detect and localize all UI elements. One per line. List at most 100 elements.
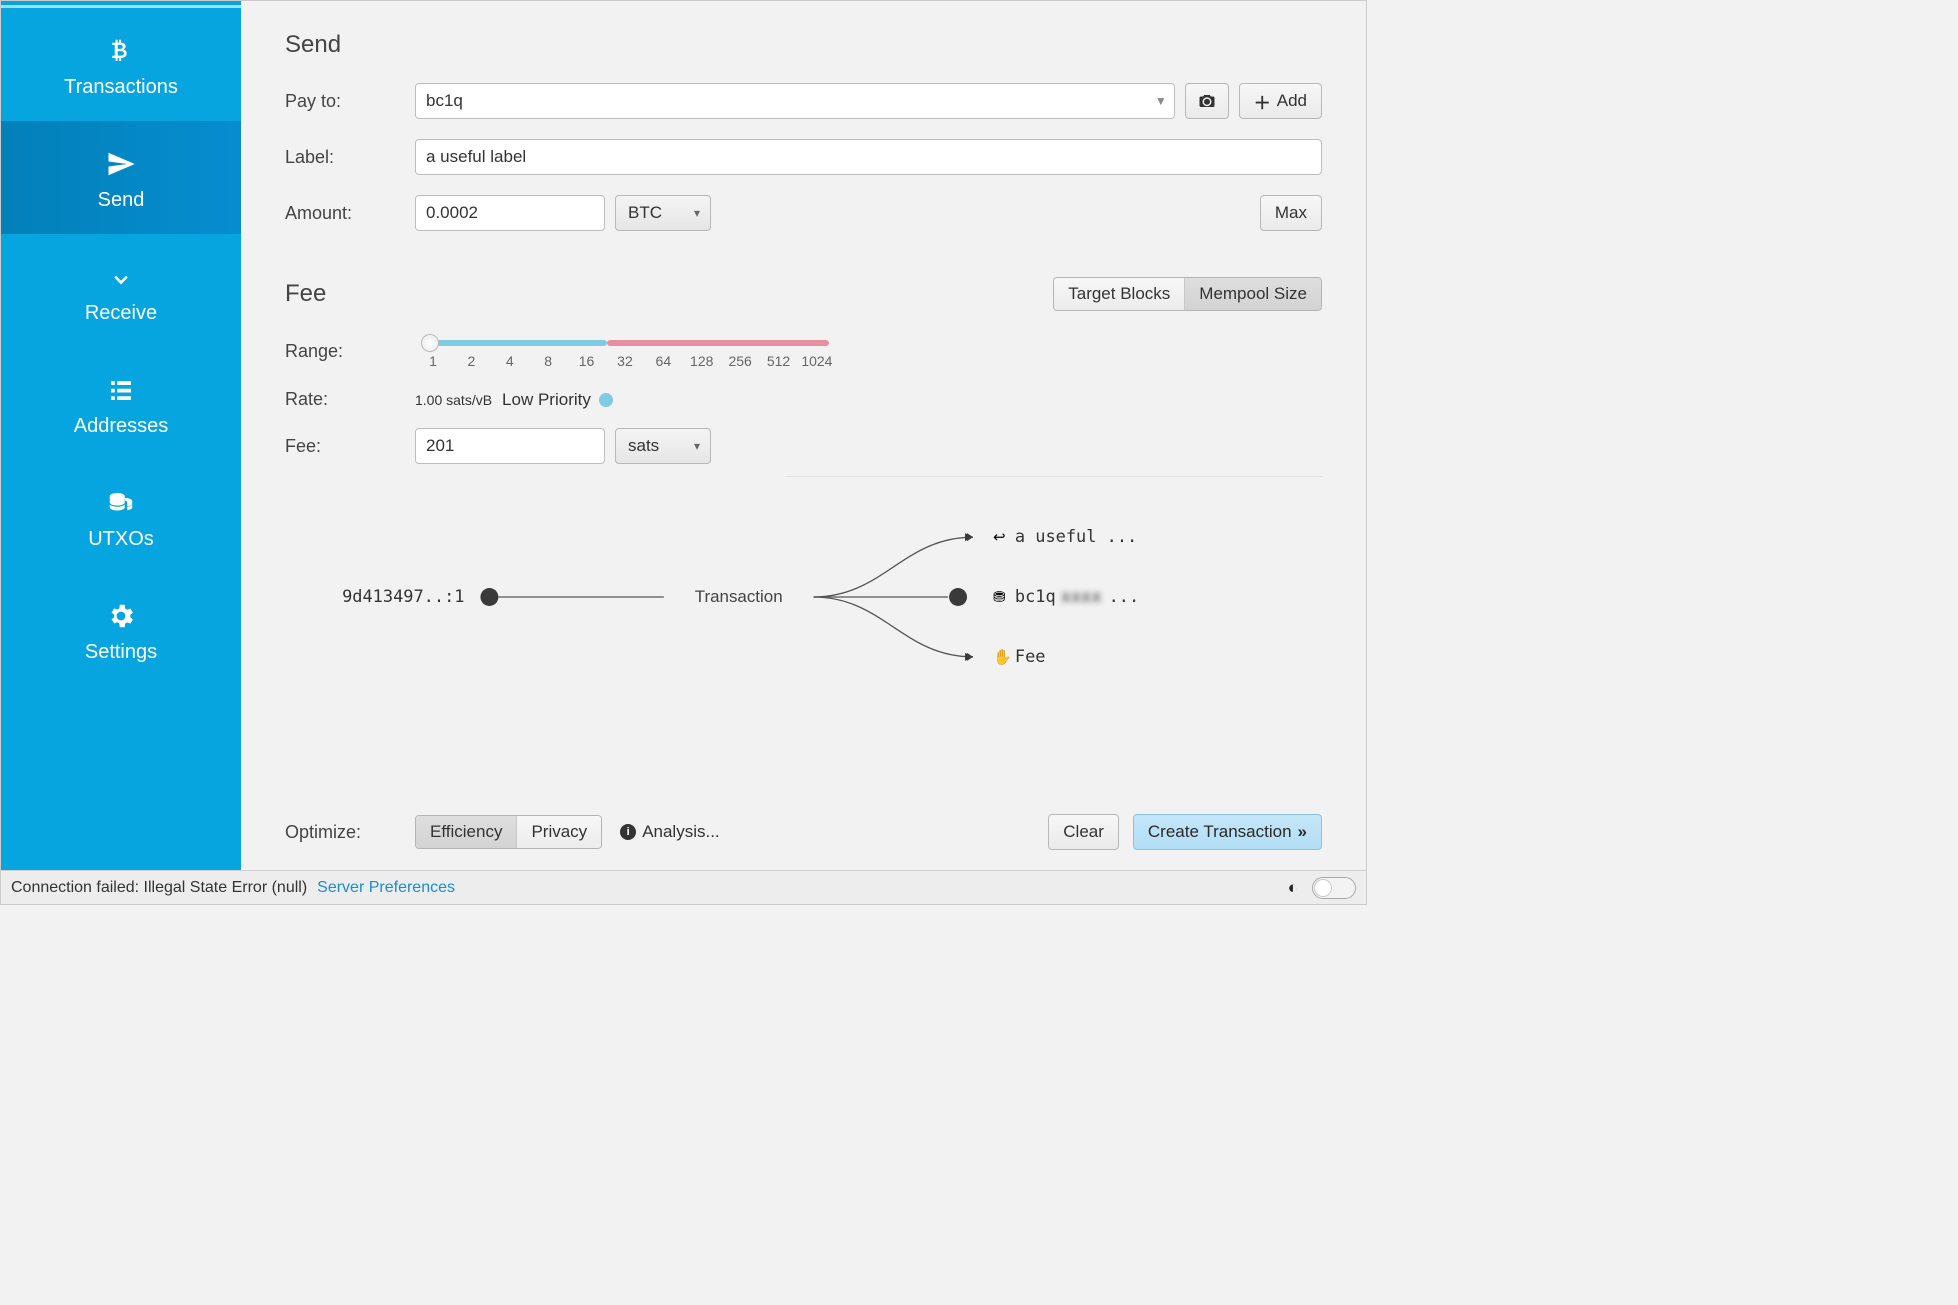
target-blocks-button[interactable]: Target Blocks [1054, 278, 1185, 310]
coins-icon [106, 488, 136, 518]
diagram-edge [813, 597, 973, 657]
amount-unit-label: BTC [628, 203, 662, 223]
list-icon [106, 375, 136, 405]
create-button-label: Create Transaction [1148, 822, 1292, 842]
diagram-output-label: Fee [1015, 646, 1046, 666]
chevron-down-icon[interactable]: ▼ [1155, 94, 1167, 108]
mempool-size-button[interactable]: Mempool Size [1185, 278, 1321, 310]
analysis-label: Analysis... [642, 822, 719, 842]
bottom-controls: Optimize: Efficiency Privacy i Analysis.… [285, 814, 1322, 850]
diagram-input-label: 9d413497..:1 [342, 586, 464, 606]
diagram-input-node [480, 588, 498, 606]
fee-section: Fee Target Blocks Mempool Size Range: [285, 277, 1322, 477]
max-amount-button[interactable]: Max [1260, 195, 1322, 231]
gear-icon [106, 601, 136, 631]
slider-ticks: 12481632641282565121024 [415, 353, 835, 369]
server-preferences-link[interactable]: Server Preferences [317, 879, 455, 897]
amount-row: Amount: BTC Max [285, 195, 1322, 231]
diagram-output-redacted: xxxx [1061, 586, 1102, 606]
create-transaction-button[interactable]: Create Transaction » [1133, 814, 1322, 850]
sidebar-item-label: Receive [85, 302, 157, 325]
priority-text: Low Priority [502, 390, 591, 410]
pay-to-row: Pay to: ▼ ＋ Add [285, 83, 1322, 119]
slider-tick: 128 [686, 353, 718, 369]
label-row: Label: [285, 139, 1322, 175]
fee-label: Fee: [285, 436, 415, 457]
clear-button[interactable]: Clear [1048, 814, 1119, 850]
label-input[interactable] [415, 139, 1322, 175]
fee-range-row: Range: 12481632641282565121024 [285, 333, 1322, 369]
separator [785, 476, 1322, 477]
diagram-output-suffix: ... [1109, 586, 1140, 606]
pay-to-input[interactable] [415, 83, 1175, 119]
app-window: Transactions Send Receive Addresses UTXO… [0, 0, 1367, 905]
dark-mode-toggle[interactable] [1312, 877, 1356, 899]
sidebar-item-send[interactable]: Send [1, 121, 241, 234]
slider-tick: 64 [647, 353, 679, 369]
sidebar-item-label: Send [98, 189, 145, 212]
sidebar-item-label: UTXOs [88, 528, 154, 551]
fee-amount-row: Fee: sats [285, 428, 1322, 464]
slider-tick: 1024 [801, 353, 833, 369]
hand-icon: ✋ [993, 648, 1012, 666]
info-icon: i [620, 824, 636, 840]
scan-qr-button[interactable] [1185, 83, 1229, 119]
add-recipient-button[interactable]: ＋ Add [1239, 83, 1322, 119]
slider-tick: 256 [724, 353, 756, 369]
pay-to-field-wrap: ▼ [415, 83, 1175, 119]
sidebar-item-settings[interactable]: Settings [1, 573, 241, 686]
diagram-output-label: bc1q [1015, 586, 1056, 606]
rate-row: Rate: 1.00 sats/vB Low Priority [285, 389, 1322, 410]
fee-unit-select[interactable]: sats [615, 428, 711, 464]
amount-label: Amount: [285, 203, 415, 224]
sidebar-item-receive[interactable]: Receive [1, 234, 241, 347]
slider-tick: 512 [763, 353, 795, 369]
slider-track-high [607, 340, 829, 346]
reply-icon: ↩ [993, 529, 1006, 546]
diagram-output-label: a useful ... [1015, 526, 1137, 546]
rate-label: Rate: [285, 389, 415, 410]
fee-range-slider[interactable]: 12481632641282565121024 [415, 333, 835, 369]
sidebar-item-addresses[interactable]: Addresses [1, 347, 241, 460]
diagram-edge [813, 537, 973, 597]
privacy-button[interactable]: Privacy [517, 816, 601, 848]
chevron-right-icon: » [1298, 822, 1307, 842]
status-text: Connection failed: Illegal State Error (… [11, 879, 307, 897]
paper-plane-icon [106, 149, 136, 179]
pay-to-label: Pay to: [285, 91, 415, 112]
slider-tick: 1 [417, 353, 449, 369]
slider-thumb[interactable] [421, 334, 439, 352]
camera-icon [1197, 92, 1217, 110]
sidebar-item-label: Transactions [64, 76, 178, 99]
dark-mode-icon[interactable]: ◐ [1288, 878, 1298, 898]
fee-input[interactable] [415, 428, 605, 464]
plus-icon: ＋ [1254, 89, 1271, 114]
status-bar: Connection failed: Illegal State Error (… [1, 870, 1366, 904]
add-button-label: Add [1277, 91, 1307, 111]
coins-icon: ⛃ [993, 589, 1006, 606]
slider-tick: 8 [532, 353, 564, 369]
sidebar-item-label: Addresses [74, 415, 169, 438]
range-label: Range: [285, 341, 415, 362]
toggle-knob [1314, 879, 1332, 897]
slider-tick: 4 [494, 353, 526, 369]
analysis-link[interactable]: i Analysis... [620, 822, 719, 842]
slider-track-low [427, 340, 607, 346]
diagram-output-node [949, 588, 967, 606]
slider-tick: 32 [609, 353, 641, 369]
arrow-down-icon [106, 262, 136, 292]
sidebar-item-transactions[interactable]: Transactions [1, 8, 241, 121]
fee-header: Fee Target Blocks Mempool Size [285, 277, 1322, 311]
sidebar-item-utxos[interactable]: UTXOs [1, 460, 241, 573]
bitcoin-icon [106, 36, 136, 66]
send-heading: Send [285, 31, 1322, 59]
amount-input[interactable] [415, 195, 605, 231]
diagram-tx-label: Transaction [695, 587, 783, 606]
label-label: Label: [285, 147, 415, 168]
arrowhead-icon [967, 653, 973, 661]
sidebar-item-label: Settings [85, 641, 157, 664]
clear-button-label: Clear [1063, 822, 1104, 842]
amount-unit-select[interactable]: BTC [615, 195, 711, 231]
efficiency-button[interactable]: Efficiency [416, 816, 517, 848]
rate-value: 1.00 sats/vB [415, 392, 492, 408]
